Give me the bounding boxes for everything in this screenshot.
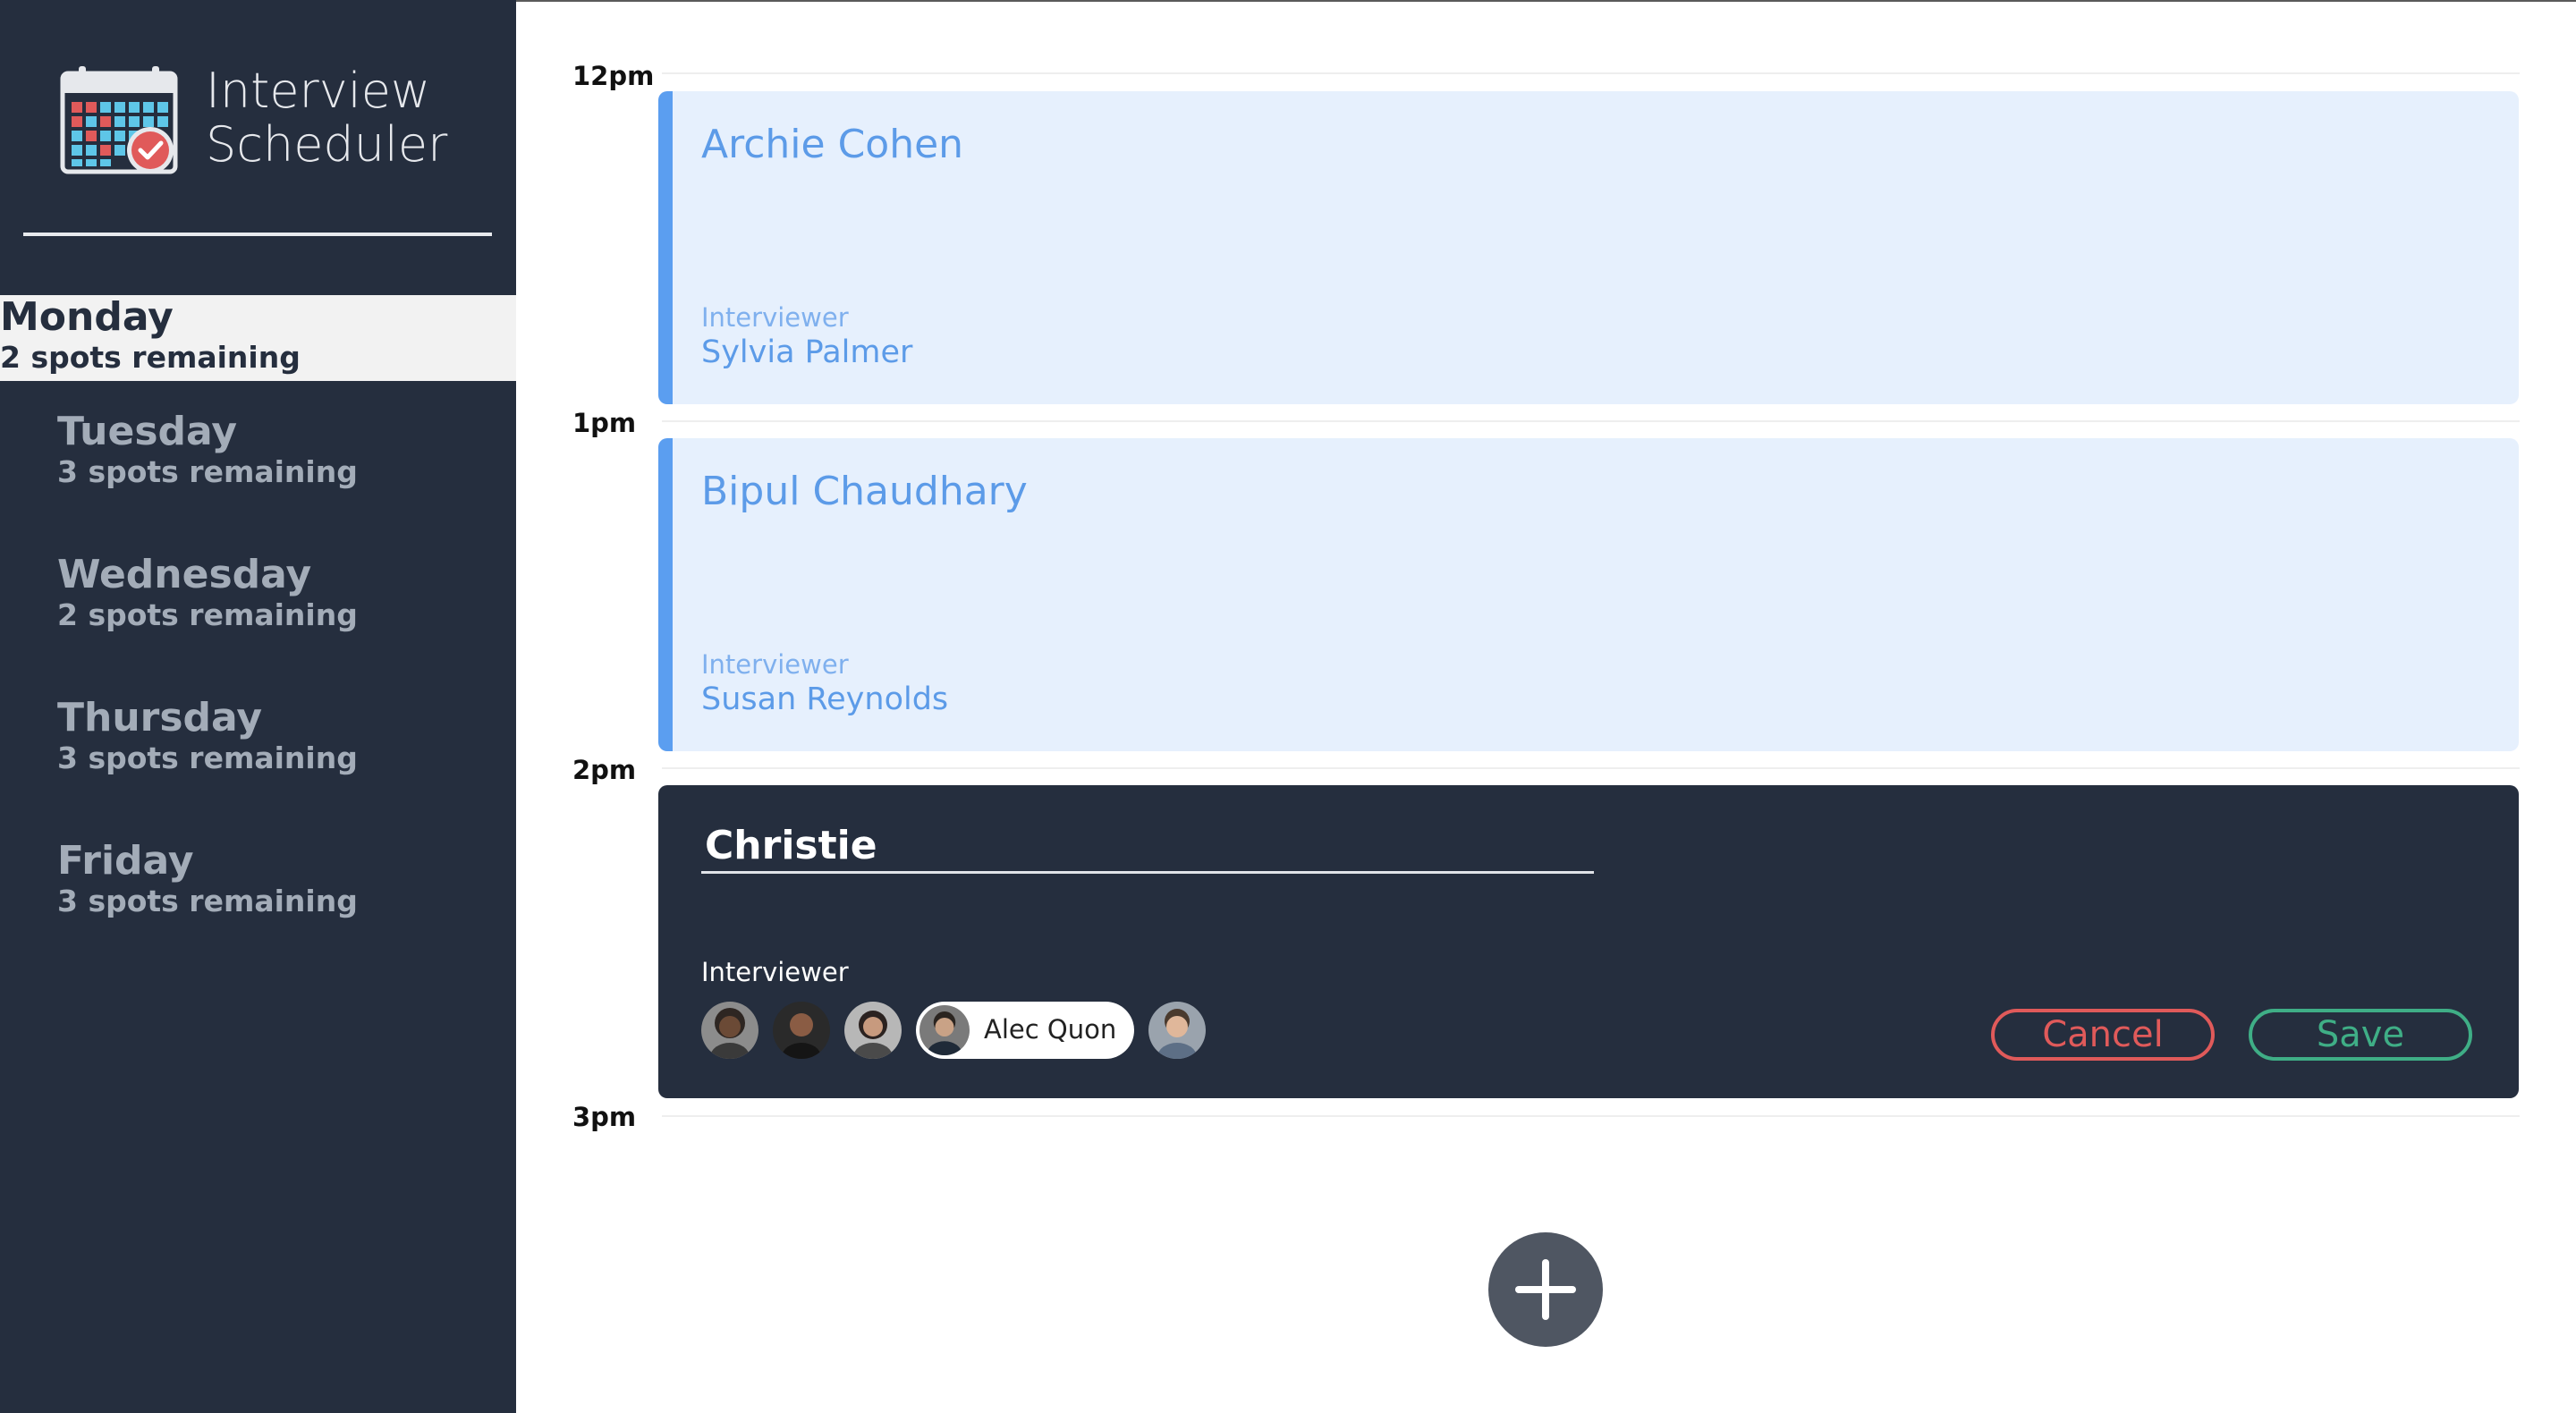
hour-label-2pm: 2pm xyxy=(572,755,637,785)
hour-divider xyxy=(662,1115,2520,1117)
day-spots: 3 spots remaining xyxy=(57,454,358,489)
app-root: Interview Scheduler Monday 2 spots remai… xyxy=(0,0,2576,1413)
student-name-input[interactable] xyxy=(701,819,1594,874)
appointment-card[interactable]: Archie Cohen Interviewer Sylvia Palmer xyxy=(658,91,2519,404)
hour-divider xyxy=(662,767,2520,769)
app-title-line2: Scheduler xyxy=(206,116,448,173)
cancel-button[interactable]: Cancel xyxy=(1991,1009,2215,1061)
day-item-tuesday[interactable]: Tuesday 3 spots remaining xyxy=(0,410,516,495)
interviewer-avatar[interactable] xyxy=(1148,1002,1206,1059)
appointment-interviewer-label: Interviewer xyxy=(701,302,849,333)
hour-label-1pm: 1pm xyxy=(572,408,637,438)
day-name: Friday xyxy=(57,838,194,884)
hour-divider xyxy=(662,420,2520,422)
day-name: Monday xyxy=(0,294,174,340)
day-item-wednesday[interactable]: Wednesday 2 spots remaining xyxy=(0,553,516,639)
appointment-accent-bar xyxy=(658,438,673,751)
plus-icon xyxy=(1515,1259,1576,1320)
sidebar-divider xyxy=(23,233,492,236)
add-appointment-button[interactable] xyxy=(1488,1232,1603,1347)
selected-interviewer-name: Alec Quon xyxy=(984,1014,1117,1045)
appointment-accent-bar xyxy=(658,91,673,404)
day-item-friday[interactable]: Friday 3 spots remaining xyxy=(0,839,516,925)
day-spots: 3 spots remaining xyxy=(57,884,358,918)
interviewer-avatar[interactable] xyxy=(844,1002,902,1059)
sidebar: Interview Scheduler Monday 2 spots remai… xyxy=(0,0,516,1413)
day-name: Tuesday xyxy=(57,409,238,454)
selected-interviewer[interactable]: Alec Quon xyxy=(916,1002,1134,1059)
appointment-interviewer-name: Susan Reynolds xyxy=(701,681,949,717)
calendar-logo-icon xyxy=(59,64,182,177)
appointment-student-name: Archie Cohen xyxy=(701,122,964,167)
day-name: Wednesday xyxy=(57,552,312,597)
hour-divider xyxy=(662,72,2520,74)
interviewer-avatar[interactable] xyxy=(701,1002,758,1059)
appointment-interviewer-label: Interviewer xyxy=(701,649,849,680)
day-spots: 2 spots remaining xyxy=(0,340,301,375)
app-title: Interview Scheduler xyxy=(206,64,447,172)
day-item-monday[interactable]: Monday 2 spots remaining xyxy=(0,295,516,381)
day-spots: 2 spots remaining xyxy=(57,597,358,632)
app-title-line1: Interview xyxy=(206,63,431,119)
hour-label-12pm: 12pm xyxy=(572,61,655,91)
interviewer-avatar xyxy=(919,1005,970,1055)
appointment-interviewer-name: Sylvia Palmer xyxy=(701,334,913,370)
appointment-form: Interviewer xyxy=(658,785,2519,1098)
day-spots: 3 spots remaining xyxy=(57,740,358,775)
day-name: Thursday xyxy=(57,695,263,740)
interviewer-list-label: Interviewer xyxy=(701,957,849,987)
hour-label-3pm: 3pm xyxy=(572,1102,637,1132)
save-button[interactable]: Save xyxy=(2249,1009,2472,1061)
appointment-student-name: Bipul Chaudhary xyxy=(701,469,1028,514)
interviewer-avatar[interactable] xyxy=(773,1002,830,1059)
day-item-thursday[interactable]: Thursday 3 spots remaining xyxy=(0,696,516,782)
appointment-card[interactable]: Bipul Chaudhary Interviewer Susan Reynol… xyxy=(658,438,2519,751)
